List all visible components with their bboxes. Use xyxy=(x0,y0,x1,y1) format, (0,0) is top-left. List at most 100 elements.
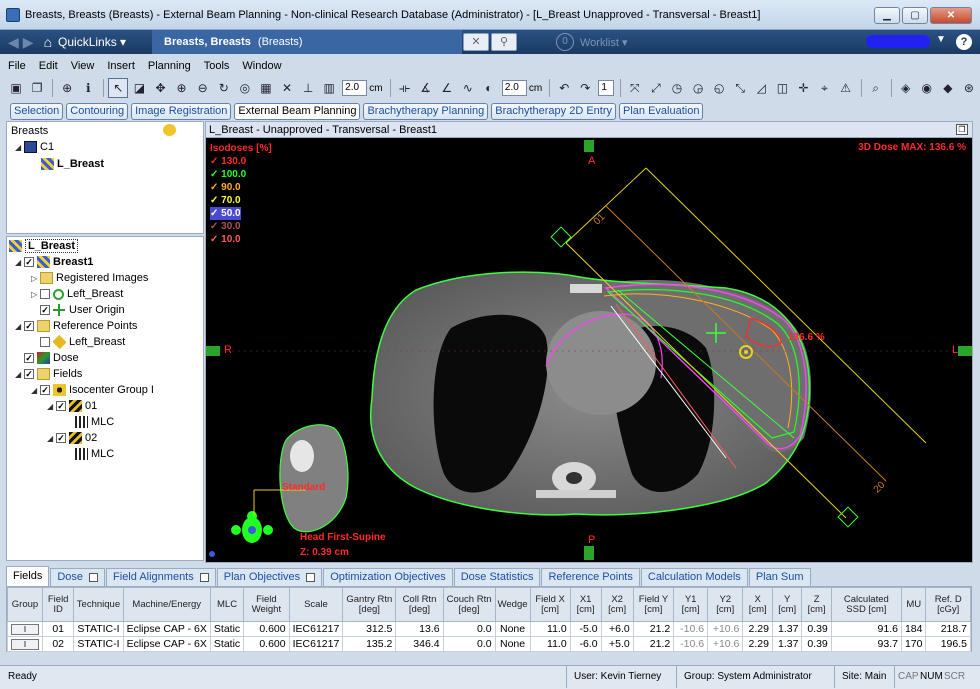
col-mlc[interactable]: MLC xyxy=(209,587,245,622)
cube-icon[interactable]: ◆ xyxy=(938,78,958,98)
cell-scale[interactable]: IEC61217 xyxy=(288,621,344,637)
save-icon[interactable]: ▣ xyxy=(6,78,26,98)
cell-machine[interactable]: Eclipse CAP - 6X xyxy=(122,621,211,637)
col-coll-rtn[interactable]: Coll Rtn [deg] xyxy=(395,587,444,622)
col-gantry-rtn[interactable]: Gantry Rtn [deg] xyxy=(342,587,397,622)
col-field-id[interactable]: Field ID xyxy=(41,587,75,622)
window-level-icon[interactable]: ◪ xyxy=(129,78,149,98)
restore-view-icon[interactable]: ❐ xyxy=(956,124,968,135)
cell-coll[interactable]: 346.4 xyxy=(395,636,444,652)
orient-bottom-marker[interactable] xyxy=(584,546,594,560)
cell-machine[interactable]: Eclipse CAP - 6X xyxy=(122,636,211,652)
tab-dose-checkbox[interactable] xyxy=(89,573,99,582)
couch-icon[interactable]: ◵ xyxy=(709,78,729,98)
cell-wedge[interactable]: None xyxy=(494,621,531,637)
cell-mu[interactable]: 170 xyxy=(900,636,927,652)
cell-mlc[interactable]: Static xyxy=(209,636,245,652)
user-name-redacted[interactable] xyxy=(866,35,930,48)
tab-plan-objectives[interactable]: Plan Objectives xyxy=(216,568,323,586)
cell-z[interactable]: 0.39 xyxy=(801,636,832,652)
tab-field-alignments-checkbox[interactable] xyxy=(199,573,209,582)
curve-icon[interactable]: ∿ xyxy=(458,78,478,98)
group-button[interactable]: I xyxy=(11,624,39,635)
workspace-brachytherapy-planning[interactable]: Brachytherapy Planning xyxy=(363,103,489,120)
tab-plan-objectives-checkbox[interactable] xyxy=(306,573,316,582)
close-button[interactable]: ✕ xyxy=(930,7,972,24)
block-icon[interactable]: ◫ xyxy=(772,78,792,98)
home-icon[interactable]: ⌂ xyxy=(44,34,52,50)
field2-checkbox[interactable] xyxy=(56,433,66,443)
transversal-viewer[interactable]: L_Breast - Unapproved - Transversal - Br… xyxy=(205,121,973,563)
tab-dose[interactable]: Dose xyxy=(50,568,106,586)
menu-view[interactable]: View xyxy=(71,60,95,72)
tab-dose-statistics[interactable]: Dose Statistics xyxy=(453,568,541,586)
worklist-menu[interactable]: 0 Worklist ▾ xyxy=(556,33,628,51)
col-x2[interactable]: X2 [cm] xyxy=(600,587,634,622)
collapse-arrow-icon[interactable]: ▷ xyxy=(31,274,40,283)
table-row[interactable]: I 01 STATIC-I Eclipse CAP - 6X Static 0.… xyxy=(7,621,971,637)
structure-checkbox[interactable] xyxy=(40,289,50,299)
warning-icon[interactable]: ⚠ xyxy=(836,78,856,98)
cell-scale[interactable]: IEC61217 xyxy=(288,636,344,652)
workspace-contouring[interactable]: Contouring xyxy=(66,103,129,120)
tab-field-alignments[interactable]: Field Alignments xyxy=(106,568,216,586)
menu-edit[interactable]: Edit xyxy=(39,60,58,72)
cell-mlc[interactable]: Static xyxy=(209,621,245,637)
cell-couch[interactable]: 0.0 xyxy=(442,621,496,637)
slab-thickness-input[interactable]: 2.0 xyxy=(342,80,368,96)
cell-ref-d[interactable]: 196.5 xyxy=(925,636,971,652)
field1-checkbox[interactable] xyxy=(56,401,66,411)
record-icon[interactable]: ⊛ xyxy=(959,78,979,98)
tree2-registered[interactable]: ▷ Registered Images xyxy=(31,271,148,285)
cell-technique[interactable]: STATIC-I xyxy=(73,621,124,637)
menu-window[interactable]: Window xyxy=(242,60,281,72)
col-field-weight[interactable]: Field Weight xyxy=(243,587,290,622)
col-y[interactable]: Y [cm] xyxy=(771,587,803,622)
col-calculated-ssd[interactable]: Calculated SSD [cm] xyxy=(830,587,902,622)
ref-point-checkbox[interactable] xyxy=(40,337,50,347)
cell-wedge[interactable]: None xyxy=(494,636,531,652)
clear-patient-button[interactable]: ✕ xyxy=(463,33,489,51)
tab-optimization-objectives[interactable]: Optimization Objectives xyxy=(323,568,453,586)
fields-checkbox[interactable] xyxy=(24,369,34,379)
menu-planning[interactable]: Planning xyxy=(148,60,191,72)
cell-y1[interactable]: -10.6 xyxy=(673,636,709,652)
rotate-icon[interactable]: ↻ xyxy=(214,78,234,98)
expand-arrow-icon[interactable]: ◢ xyxy=(47,434,56,443)
field-icon[interactable]: ⤧ xyxy=(625,78,645,98)
cell-field-id[interactable]: 02 xyxy=(41,636,75,652)
expand-arrow-icon[interactable]: ◢ xyxy=(47,402,56,411)
isodose-90[interactable]: ✓ 90.0 xyxy=(210,181,272,194)
pointer-icon[interactable]: ↖ xyxy=(108,78,129,98)
tree-patient[interactable]: Breasts xyxy=(11,124,176,138)
undo-icon[interactable]: ↶ xyxy=(554,78,574,98)
step-size-input[interactable]: 2.0 xyxy=(501,80,527,96)
orient-left-marker[interactable] xyxy=(206,346,220,356)
zoom-fit-icon[interactable]: ⌕ xyxy=(866,78,886,98)
image-checkbox[interactable] xyxy=(24,257,34,267)
cell-gantry[interactable]: 312.5 xyxy=(342,621,397,637)
collimator-icon[interactable]: ◶ xyxy=(688,78,708,98)
isodose-130[interactable]: ✓ 130.0 xyxy=(210,155,272,168)
cell-group[interactable]: I xyxy=(7,621,43,637)
workspace-selection[interactable]: Selection xyxy=(10,103,64,120)
angle-measure-icon[interactable]: ∠ xyxy=(437,78,457,98)
col-technique[interactable]: Technique xyxy=(73,587,124,622)
cell-z[interactable]: 0.39 xyxy=(801,621,832,637)
zoom-in-icon[interactable]: ⊕ xyxy=(172,78,192,98)
tab-plan-sum[interactable]: Plan Sum xyxy=(748,568,811,586)
collapse-arrow-icon[interactable]: ▷ xyxy=(31,290,40,299)
cell-ssd[interactable]: 93.7 xyxy=(830,636,902,652)
minimize-button[interactable]: ▁ xyxy=(874,7,900,24)
info-icon[interactable]: ℹ xyxy=(78,78,98,98)
cell-y2[interactable]: +10.6 xyxy=(707,621,744,637)
ref-point-icon[interactable]: ⌖ xyxy=(815,78,835,98)
tree2-image[interactable]: ◢ Breast1 xyxy=(15,255,93,269)
cell-field-y[interactable]: 21.2 xyxy=(632,621,675,637)
cell-y2[interactable]: +10.6 xyxy=(707,636,744,652)
maximize-button[interactable]: ▢ xyxy=(902,7,928,24)
count-input[interactable]: 1 xyxy=(598,80,614,96)
isodose-50[interactable]: ✓ 50.0 xyxy=(210,207,241,220)
brightness-icon[interactable]: ◎ xyxy=(235,78,255,98)
cell-y[interactable]: 1.37 xyxy=(771,636,803,652)
